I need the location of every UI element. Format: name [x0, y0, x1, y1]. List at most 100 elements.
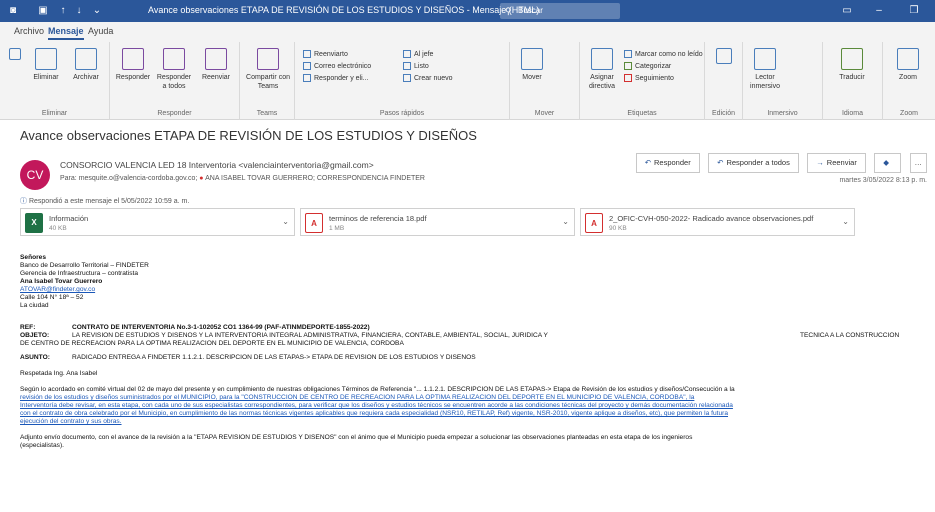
tab-ayuda[interactable]: Ayuda [88, 26, 113, 36]
compartir-teams-button[interactable]: Compartir con Teams [246, 48, 290, 91]
quick-step-icon [303, 74, 311, 82]
traducir-label: Traducir [839, 74, 865, 81]
traducir-button[interactable]: Traducir [833, 48, 871, 82]
tab-mensaje[interactable]: Mensaje [48, 26, 84, 40]
down-arrow-icon[interactable]: ↓ [72, 4, 86, 18]
eliminar-button[interactable]: Eliminar [28, 48, 64, 82]
group-teams: Compartir con Teams Teams [240, 42, 295, 120]
quick-step-label: Listo [414, 62, 429, 70]
quick-step-label: Responder y eli... [314, 74, 369, 82]
address-line: Gerencia de Infraestructura – contratist… [20, 270, 139, 277]
quick-step-4[interactable]: Al jefe [403, 50, 433, 58]
recipient-link[interactable]: mesquite.o@valencia-cordoba.gov.co; [79, 175, 198, 182]
group-idioma: Traducir Idioma [823, 42, 883, 120]
message-body: Señores Banco de Desarrollo Territorial … [20, 254, 932, 450]
address-line: Ana Isabel Tovar Guerrero [20, 278, 103, 285]
greeting: Señores [20, 254, 47, 261]
group-label-teams: Teams [256, 110, 278, 117]
marcar-no-leido-label: Marcar como no leído [635, 50, 703, 58]
quick-step-5[interactable]: Listo [403, 62, 429, 70]
chevron-down-icon[interactable]: ⌄ [282, 217, 289, 226]
obj-line-2: DE CENTRO DE RECREACIÓN PARA LA ÓPTIMA R… [20, 340, 404, 347]
immersive-reader-icon [754, 48, 776, 70]
reply-all-button[interactable]: ↶ Responder a todos [708, 153, 799, 173]
zoom-button[interactable]: Zoom [893, 48, 923, 82]
reenviar-button[interactable]: Reenviar [196, 48, 236, 82]
forward-label: Reenviar [826, 158, 857, 167]
archivar-button[interactable]: Archivar [68, 48, 104, 82]
group-inmersivo: Lector inmersivo Inmersivo [743, 42, 823, 120]
quick-step-label: Correo electrónico [314, 62, 372, 70]
asunto-label: ASUNTO: [20, 354, 50, 361]
ribbon: Eliminar Archivar Eliminar Responder Res… [0, 42, 935, 120]
attachment-1[interactable]: X Información 40 KB ⌄ [20, 208, 295, 236]
maximize-icon[interactable]: ❐ [905, 3, 923, 19]
address-line: La ciudad [20, 302, 49, 309]
pdf-file-icon: A [305, 213, 323, 233]
reply-label: Responder [654, 158, 691, 167]
flag-icon [624, 74, 632, 82]
categorizar-label: Categorizar [635, 62, 672, 70]
quick-step-2[interactable]: Correo electrónico [303, 62, 371, 70]
up-arrow-icon[interactable]: ↑ [56, 4, 70, 18]
asignar-directiva-button[interactable]: Asignar directiva [584, 48, 620, 91]
address-line: Calle 104 N° 18ª – 52 [20, 294, 84, 301]
forward-button[interactable]: → Reenviar [807, 153, 866, 173]
quick-step-3[interactable]: Responder y eli... [303, 74, 368, 82]
delete-icon [35, 48, 57, 70]
ignore-button[interactable] [8, 48, 22, 63]
quick-step-label: Al jefe [414, 50, 434, 58]
reply-button[interactable]: ↶ Responder [635, 153, 700, 173]
teams-share-button[interactable]: ◆ [874, 153, 902, 173]
marcar-no-leido-button[interactable]: Marcar como no leído [624, 50, 703, 58]
move-icon [521, 48, 543, 70]
asunto-line: ASUNTO: RADICADO ENTREGA A FINDETER 1.1.2… [20, 354, 932, 362]
message-date: martes 3/05/2022 8:13 p. m. [839, 177, 927, 184]
group-label-mover: Mover [534, 110, 555, 117]
responder-todos-button[interactable]: Responder a todos [154, 48, 194, 91]
customize-toolbar-icon[interactable]: ⌄ [90, 4, 104, 18]
responder-button[interactable]: Responder [114, 48, 152, 82]
mover-button[interactable]: Mover [518, 48, 546, 82]
attachment-2[interactable]: A terminos de referencia 18.pdf 1 MB ⌄ [300, 208, 575, 236]
pdf-file-icon: A [585, 213, 603, 233]
quick-step-6[interactable]: Crear nuevo [403, 74, 453, 82]
attachment-3[interactable]: A 2_OFIC-CVH-050-2022- Radicado avance o… [580, 208, 855, 236]
find-button[interactable] [713, 48, 735, 67]
quick-step-icon [403, 62, 411, 70]
compartir-teams-label: Compartir con Teams [246, 74, 290, 90]
attachment-name: terminos de referencia 18.pdf [329, 214, 427, 223]
archivar-label: Archivar [73, 74, 99, 81]
group-label-etiquetas: Etiquetas [627, 110, 657, 117]
ribbon-display-icon[interactable]: ▭ [838, 3, 856, 19]
sender[interactable]: CONSORCIO VALENCIA LED 18 Interventoria … [60, 160, 374, 170]
quick-step-label: Crear nuevo [414, 74, 453, 82]
recipients-prefix: Para: [60, 175, 77, 182]
group-mover: Mover Mover [510, 42, 580, 120]
reply-all-icon: ↶ [717, 158, 724, 167]
archive-icon [75, 48, 97, 70]
save-icon[interactable]: ▣ [36, 4, 50, 18]
avatar[interactable]: CV [20, 160, 50, 190]
reply-icon: ↶ [644, 158, 651, 167]
tab-archivo[interactable]: Archivo [14, 26, 44, 36]
paragraph-line: Interventoría debe revisar, en esta etap… [20, 402, 733, 409]
lector-inmersivo-button[interactable]: Lector inmersivo [747, 48, 783, 91]
group-label-responder: Responder [157, 110, 192, 117]
recipient-more[interactable]: ANA ISABEL TOVAR GUERRERO; CORRESPONDENC… [205, 175, 425, 182]
chevron-down-icon[interactable]: ⌄ [842, 217, 849, 226]
quick-step-icon [403, 74, 411, 82]
chevron-down-icon[interactable]: ⌄ [562, 217, 569, 226]
group-etiquetas: Asignar directiva Marcar como no leído C… [580, 42, 705, 120]
minimize-icon[interactable]: – [870, 3, 888, 19]
obj-line: OBJETO: LA REVISIÓN DE ESTUDIOS Y DISEÑOS… [20, 332, 932, 340]
quick-step-1[interactable]: Reenviarto [303, 50, 348, 58]
group-pasos-rapidos: Reenviarto Correo electrónico Responder … [295, 42, 510, 120]
more-icon: … [914, 158, 923, 167]
categorizar-button[interactable]: Categorizar [624, 62, 671, 70]
email-link[interactable]: ATOVAR@findeter.gov.co [20, 286, 932, 294]
seguimiento-button[interactable]: Seguimiento [624, 74, 674, 82]
reply-notice-text: Respondió a este mensaje el 5/05/2022 10… [28, 198, 190, 205]
search-input[interactable]: ⚲ Buscar [500, 3, 620, 19]
more-actions-button[interactable]: … [909, 153, 927, 173]
